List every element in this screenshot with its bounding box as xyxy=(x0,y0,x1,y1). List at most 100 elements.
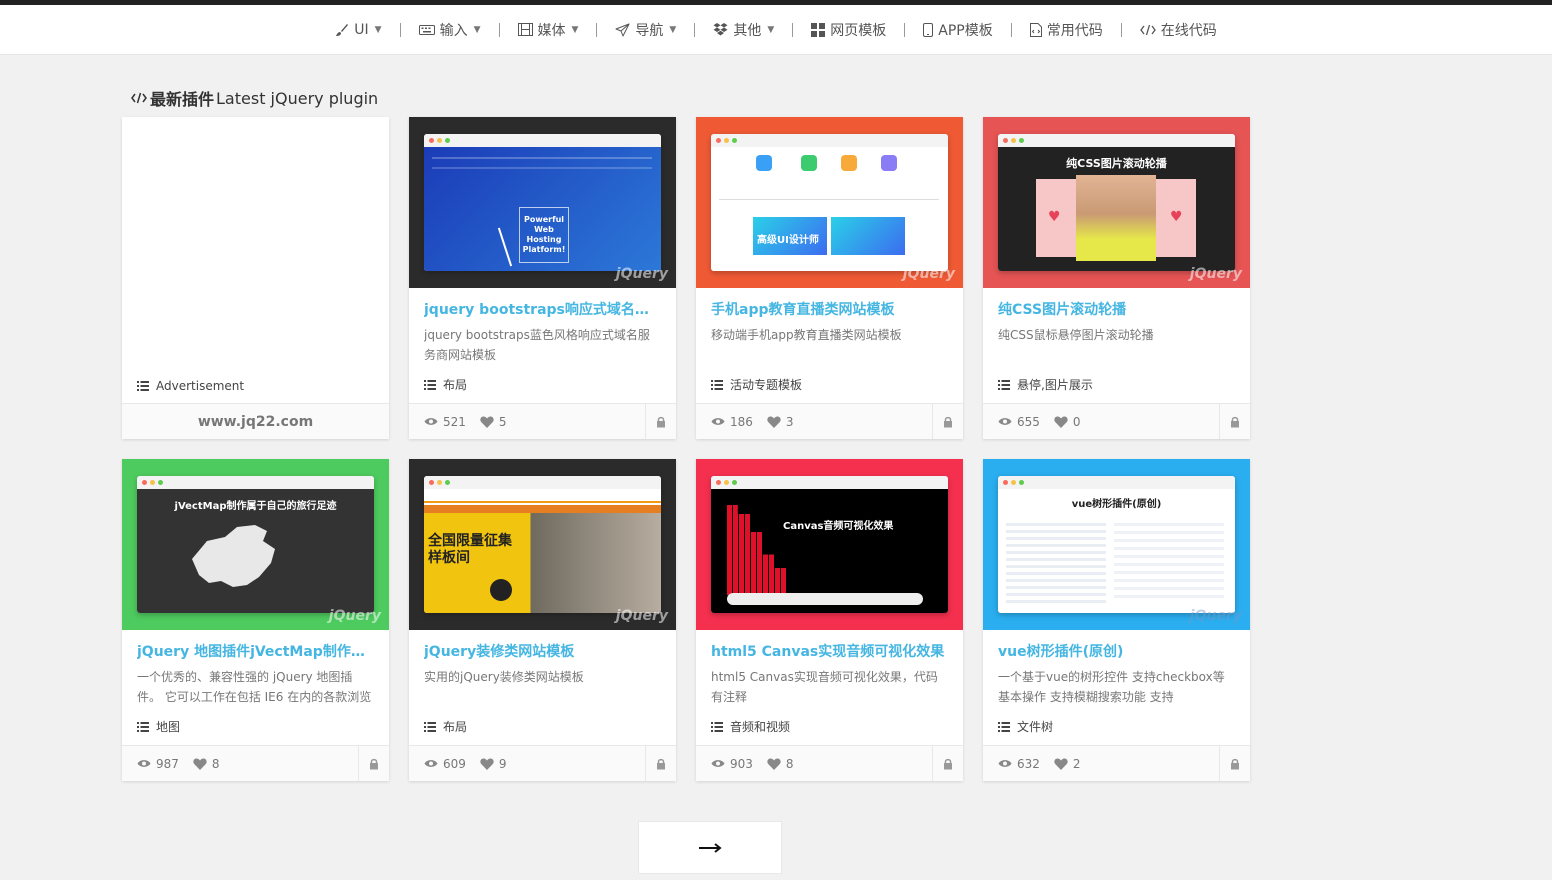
ad-footer[interactable]: www.jq22.com xyxy=(122,403,389,439)
card-tag-label: 布局 xyxy=(443,720,468,734)
likes-stat[interactable]: 2 xyxy=(1054,757,1081,771)
list-icon xyxy=(424,379,436,390)
card-tag[interactable]: 布局 xyxy=(424,718,467,735)
list-icon xyxy=(137,381,149,391)
ad-tag: Advertisement xyxy=(137,379,244,393)
download-lock[interactable] xyxy=(645,404,676,439)
lock-icon xyxy=(1231,758,1239,769)
ad-footer-url[interactable]: www.jq22.com xyxy=(198,414,313,430)
heart-icon xyxy=(767,758,781,770)
likes-stat[interactable]: 0 xyxy=(1054,415,1081,429)
download-lock[interactable] xyxy=(932,746,963,781)
lock-icon xyxy=(657,758,665,769)
download-lock[interactable] xyxy=(932,404,963,439)
code-icon xyxy=(131,92,147,104)
likes-stat[interactable]: 8 xyxy=(193,757,220,771)
card-tag[interactable]: 布局 xyxy=(424,376,467,393)
card-thumbnail[interactable]: jVectMap制作属于自己的旅行足迹 jQuery xyxy=(122,459,389,630)
eye-icon xyxy=(424,760,438,767)
nav-item-online-code[interactable]: 在线代码 xyxy=(1122,5,1235,55)
card-description: 一个优秀的、兼容性强的 jQuery 地图插件。 它可以工作在包括 IE6 在内… xyxy=(137,670,372,704)
nav-item-other[interactable]: 其他 ▼ xyxy=(695,5,792,55)
nav-item-media[interactable]: 媒体 ▼ xyxy=(500,5,597,55)
nav-item-app-templates[interactable]: APP模板 xyxy=(905,5,1010,55)
nav-label: APP模板 xyxy=(938,22,993,39)
card-footer: 521 5 xyxy=(409,403,676,439)
card-title-link[interactable]: 手机app教育直播类网站模板 xyxy=(711,300,948,320)
card-thumbnail[interactable]: 全国限量征集样板间 jQuery xyxy=(409,459,676,630)
views-stat: 186 xyxy=(711,415,753,429)
card-tag[interactable]: 音频和视频 xyxy=(711,718,790,735)
chevron-down-icon: ▼ xyxy=(473,24,481,35)
likes-count: 0 xyxy=(1072,414,1081,429)
list-icon xyxy=(711,721,723,732)
ad-card[interactable]: Advertisement www.jq22.com xyxy=(122,117,389,439)
file-code-icon xyxy=(1029,22,1042,37)
likes-count: 8 xyxy=(211,756,220,771)
likes-stat[interactable]: 9 xyxy=(480,757,507,771)
card-title-link[interactable]: jQuery装修类网站模板 xyxy=(424,642,661,662)
card-footer: 987 8 xyxy=(122,745,389,781)
card-thumbnail[interactable]: 高级UI设计师 jQuery xyxy=(696,117,963,288)
grid-icon xyxy=(811,22,826,37)
nav-item-ui[interactable]: UI ▼ xyxy=(317,5,399,55)
card-title-link[interactable]: vue树形插件(原创) xyxy=(998,642,1235,662)
watermark-logo: jQuery xyxy=(328,608,381,624)
views-count: 987 xyxy=(156,756,179,771)
plugin-card[interactable]: vue树形插件(原创) jQuery vue树形插件(原创) 一个基于vue的树… xyxy=(983,459,1250,781)
card-title-link[interactable]: jQuery 地图插件jVectMap制作属... xyxy=(137,642,374,662)
views-stat: 632 xyxy=(998,757,1040,771)
plugin-card[interactable]: 全国限量征集样板间 jQuery jQuery装修类网站模板 实用的jQuery… xyxy=(409,459,676,781)
card-title-link[interactable]: jquery bootstraps响应式域名服... xyxy=(424,300,661,320)
views-count: 903 xyxy=(730,756,753,771)
download-lock[interactable] xyxy=(358,746,389,781)
card-thumbnail[interactable]: vue树形插件(原创) jQuery xyxy=(983,459,1250,630)
nav-item-input[interactable]: 输入 ▼ xyxy=(401,5,499,55)
nav-item-navigation[interactable]: 导航 ▼ xyxy=(597,5,694,55)
likes-count: 5 xyxy=(498,414,507,429)
card-description: 一个基于vue的树形控件 支持checkbox等基本操作 支持模糊搜索功能 支持… xyxy=(998,670,1225,704)
views-stat: 655 xyxy=(998,415,1040,429)
thumbnail-browser-frame: 纯CSS图片滚动轮播 ♥ ♥ xyxy=(998,134,1235,271)
card-footer: 903 8 xyxy=(696,745,963,781)
nav-item-common-code[interactable]: 常用代码 xyxy=(1012,5,1121,55)
card-tag[interactable]: 悬停,图片展示 xyxy=(998,376,1093,393)
download-lock[interactable] xyxy=(1219,746,1250,781)
likes-stat[interactable]: 3 xyxy=(767,415,794,429)
arrow-right-icon xyxy=(699,842,722,853)
nav-label: 媒体 xyxy=(537,22,566,39)
nav-item-web-templates[interactable]: 网页模板 xyxy=(793,5,904,55)
card-title-link[interactable]: html5 Canvas实现音频可视化效果 xyxy=(711,642,948,662)
download-lock[interactable] xyxy=(645,746,676,781)
card-tag[interactable]: 地图 xyxy=(137,718,180,735)
plugin-card[interactable]: jVectMap制作属于自己的旅行足迹 jQuery jQuery 地图插件jV… xyxy=(122,459,389,781)
watermark-logo: jQuery xyxy=(902,266,955,282)
card-thumbnail[interactable]: 纯CSS图片滚动轮播 ♥ ♥ jQuery xyxy=(983,117,1250,288)
section-title: 最新插件 Latest jQuery plugin xyxy=(130,86,378,110)
plugin-card[interactable]: Canvas音频可视化效果 html5 Canvas实现音频可视化效果 html… xyxy=(696,459,963,781)
chevron-down-icon: ▼ xyxy=(669,24,677,35)
views-count: 609 xyxy=(443,756,466,771)
card-tag[interactable]: 活动专题模板 xyxy=(711,376,802,393)
views-count: 655 xyxy=(1017,414,1040,429)
code-icon xyxy=(1139,24,1156,35)
card-description: html5 Canvas实现音频可视化效果，代码有注释 xyxy=(711,670,938,704)
card-thumbnail[interactable]: Powerful Web Hosting Platform! jQuery xyxy=(409,117,676,288)
eye-icon xyxy=(711,760,725,767)
card-title-link[interactable]: 纯CSS图片滚动轮播 xyxy=(998,300,1235,320)
plugin-card[interactable]: 纯CSS图片滚动轮播 ♥ ♥ jQuery 纯CSS图片滚动轮播 纯CSS鼠标悬… xyxy=(983,117,1250,439)
likes-stat[interactable]: 8 xyxy=(767,757,794,771)
next-page-button[interactable] xyxy=(638,821,782,874)
card-description: jquery bootstraps蓝色风格响应式域名服务商网站模板 xyxy=(424,328,650,362)
list-icon xyxy=(137,721,149,732)
download-lock[interactable] xyxy=(1219,404,1250,439)
nav-label: UI xyxy=(354,21,369,38)
plugin-card[interactable]: Powerful Web Hosting Platform! jQuery jq… xyxy=(409,117,676,439)
card-thumbnail[interactable]: Canvas音频可视化效果 xyxy=(696,459,963,630)
list-icon xyxy=(424,721,436,732)
likes-stat[interactable]: 5 xyxy=(480,415,507,429)
thumbnail-caption: Powerful Web Hosting Platform! xyxy=(522,215,566,254)
views-count: 186 xyxy=(730,414,753,429)
card-tag[interactable]: 文件树 xyxy=(998,718,1053,735)
plugin-card[interactable]: 高级UI设计师 jQuery 手机app教育直播类网站模板 移动端手机app教育… xyxy=(696,117,963,439)
